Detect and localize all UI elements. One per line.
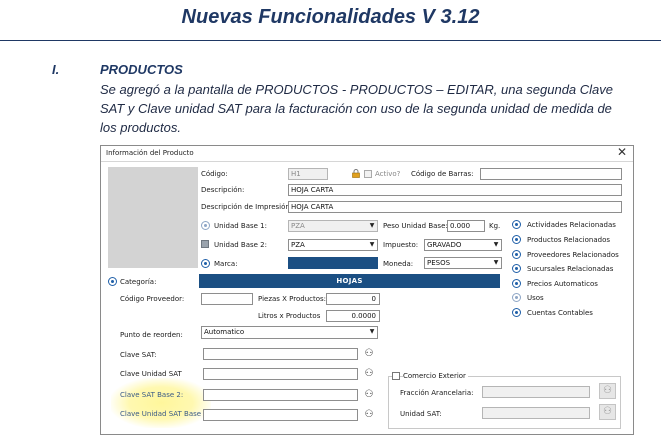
arrow-circle-icon bbox=[512, 235, 521, 244]
piezas-label: Piezas X Productos: bbox=[258, 295, 327, 303]
categoria-icon[interactable] bbox=[108, 277, 117, 286]
unidad-base1-icon[interactable] bbox=[201, 221, 210, 230]
moneda-value: PESOS bbox=[427, 259, 451, 267]
activo-checkbox[interactable] bbox=[364, 170, 372, 178]
window-title: Información del Producto bbox=[106, 149, 194, 157]
close-icon[interactable]: ✕ bbox=[617, 145, 627, 159]
section-title: PRODUCTOS bbox=[100, 62, 183, 77]
impuesto-value: GRAVADO bbox=[427, 241, 462, 249]
unidad-sat-field[interactable] bbox=[482, 407, 590, 419]
piezas-field[interactable]: 0 bbox=[326, 293, 380, 305]
binoculars-icon[interactable]: ⚇ bbox=[363, 368, 375, 379]
comercio-exterior-group bbox=[388, 376, 621, 429]
descripcion-field[interactable]: HOJA CARTA bbox=[288, 184, 622, 196]
litros-label: Litros x Productos bbox=[258, 312, 321, 320]
title-divider bbox=[0, 40, 661, 41]
marca-label: Marca: bbox=[214, 260, 238, 268]
punto-reorden-select[interactable]: Automatico ▼ bbox=[201, 326, 378, 339]
binoculars-icon[interactable]: ⚇ bbox=[599, 383, 616, 399]
window-title-divider bbox=[101, 161, 633, 162]
new-fields-highlight bbox=[111, 378, 211, 428]
fraccion-label: Fracción Arancelaria: bbox=[400, 389, 474, 397]
chevron-down-icon: ▼ bbox=[369, 328, 375, 335]
unidad-base1-select[interactable]: PZA ▼ bbox=[288, 220, 378, 232]
clave-unidad-sat-base2-field[interactable] bbox=[203, 409, 358, 421]
side-item-label: Cuentas Contables bbox=[527, 309, 593, 317]
side-item-label: Proveedores Relacionados bbox=[527, 251, 619, 259]
clave-unidad-sat-label: Clave Unidad SAT bbox=[120, 370, 182, 378]
unidad-base2-value: PZA bbox=[291, 241, 305, 249]
categoria-label: Categoría: bbox=[120, 278, 157, 286]
product-image-placeholder[interactable] bbox=[108, 167, 198, 268]
clave-sat-base2-field[interactable] bbox=[203, 389, 358, 401]
binoculars-icon[interactable]: ⚇ bbox=[363, 409, 375, 420]
binoculars-icon[interactable]: ⚇ bbox=[599, 404, 616, 420]
marca-icon[interactable] bbox=[201, 259, 210, 268]
impuesto-label: Impuesto: bbox=[383, 241, 419, 249]
binoculars-icon[interactable]: ⚇ bbox=[363, 389, 375, 400]
codigo-label: Código: bbox=[201, 170, 228, 178]
descripcion-impresion-field[interactable]: HOJA CARTA bbox=[288, 201, 622, 213]
chevron-down-icon: ▼ bbox=[493, 241, 499, 248]
comercio-exterior-checkbox[interactable] bbox=[392, 372, 400, 380]
unidad-base2-select[interactable]: PZA ▼ bbox=[288, 239, 378, 251]
arrow-circle-icon bbox=[512, 220, 521, 229]
document-title: Nuevas Funcionalidades V 3.12 bbox=[181, 6, 480, 28]
fraccion-field[interactable] bbox=[482, 386, 590, 398]
moneda-label: Moneda: bbox=[383, 260, 414, 268]
clave-sat-label: Clave SAT: bbox=[120, 351, 157, 359]
descripcion-label: Descripción: bbox=[201, 186, 245, 194]
unidad-base1-value: PZA bbox=[291, 222, 305, 230]
codigo-proveedor-label: Código Proveedor: bbox=[120, 295, 185, 303]
lock-icon[interactable] bbox=[352, 169, 360, 178]
arrow-circle-icon bbox=[512, 293, 521, 302]
side-item-label: Sucursales Relacionadas bbox=[527, 265, 614, 273]
codigo-barras-field[interactable] bbox=[480, 168, 622, 180]
chevron-down-icon: ▼ bbox=[369, 241, 375, 248]
section-body: Se agregó a la pantalla de PRODUCTOS - P… bbox=[100, 82, 614, 135]
unidad-base1-label: Unidad Base 1: bbox=[214, 222, 267, 230]
arrow-circle-icon bbox=[512, 279, 521, 288]
punto-reorden-label: Punto de reorden: bbox=[120, 331, 183, 339]
product-info-window: Información del Producto ✕ Código: H1 Ac… bbox=[100, 145, 634, 435]
chevron-down-icon: ▼ bbox=[493, 259, 499, 266]
section-number: I. bbox=[52, 62, 60, 77]
clave-unidad-sat-field[interactable] bbox=[203, 368, 358, 380]
codigo-barras-label: Código de Barras: bbox=[411, 170, 474, 178]
impuesto-select[interactable]: GRAVADO ▼ bbox=[424, 239, 502, 251]
comercio-exterior-label: Comercio Exterior bbox=[403, 372, 468, 380]
arrow-circle-icon bbox=[512, 250, 521, 259]
side-item-label: Actividades Relacionadas bbox=[527, 221, 616, 229]
litros-field[interactable]: 0.0000 bbox=[326, 310, 380, 322]
grid-icon[interactable] bbox=[201, 240, 209, 248]
unidad-base2-label: Unidad Base 2: bbox=[214, 241, 267, 249]
punto-reorden-value: Automatico bbox=[204, 328, 245, 336]
arrow-circle-icon bbox=[512, 308, 521, 317]
peso-label: Peso Unidad Base: bbox=[383, 222, 448, 230]
codigo-proveedor-field[interactable] bbox=[201, 293, 253, 305]
arrow-circle-icon bbox=[512, 264, 521, 273]
chevron-down-icon: ▼ bbox=[369, 222, 375, 229]
clave-sat-base2-label: Clave SAT Base 2: bbox=[120, 391, 184, 399]
categoria-bar[interactable]: HOJAS bbox=[199, 274, 500, 288]
descripcion-impresion-label: Descripción de Impresión: bbox=[201, 203, 293, 211]
side-item-label: Productos Relacionados bbox=[527, 236, 610, 244]
peso-field[interactable]: 0.000 bbox=[447, 220, 485, 232]
clave-sat-field[interactable] bbox=[203, 348, 358, 360]
clave-unidad-sat-base2-label: Clave Unidad SAT Base 2: bbox=[120, 410, 211, 418]
binoculars-icon[interactable]: ⚇ bbox=[363, 348, 375, 359]
codigo-field[interactable]: H1 bbox=[288, 168, 328, 180]
marca-field[interactable] bbox=[288, 257, 378, 269]
side-item-label: Precios Automaticos bbox=[527, 280, 598, 288]
unidad-sat-label: Unidad SAT: bbox=[400, 410, 442, 418]
side-item-label: Usos bbox=[527, 294, 544, 302]
peso-unit: Kg. bbox=[489, 222, 501, 230]
activo-label: Activo? bbox=[375, 170, 401, 178]
moneda-select[interactable]: PESOS ▼ bbox=[424, 257, 502, 269]
